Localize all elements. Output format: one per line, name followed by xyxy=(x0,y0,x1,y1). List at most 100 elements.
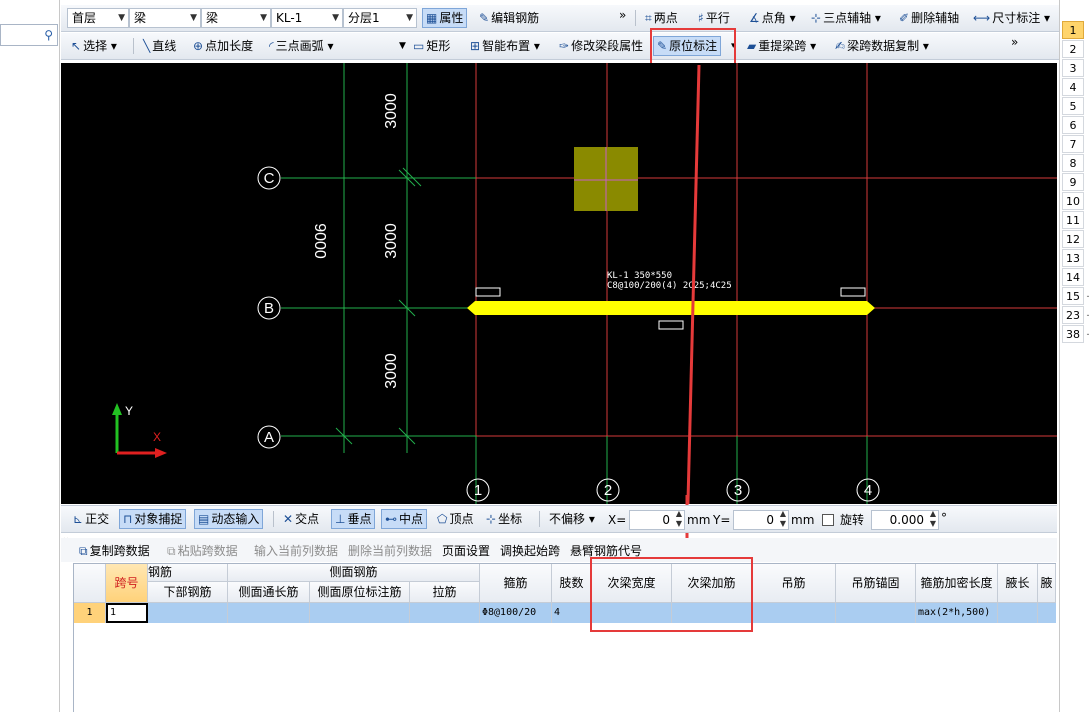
col-header-hanger[interactable]: 吊筋 xyxy=(752,564,836,603)
cell-side-through[interactable] xyxy=(228,603,310,623)
cell-stirrup[interactable]: Φ8@100/20 xyxy=(480,603,552,623)
point-length-button[interactable]: ⊕ 点加长度 xyxy=(189,36,257,56)
toolbar-main: 首层 ▼ 梁 ▼ 梁 ▼ KL-1 ▼ 分层1 ▼ ▦ 属性 ✎ 编辑钢筋 » ⌗ 两点 ♯ 平行… xyxy=(61,5,1059,32)
delete-axis-button[interactable]: ✐ 删除辅轴 xyxy=(895,8,963,28)
cell-bottom-rebar[interactable] xyxy=(148,603,228,623)
col-header-dense-length[interactable]: 箍筋加密长度 xyxy=(916,564,998,603)
cell-legs[interactable]: 4 xyxy=(552,603,592,623)
col-header-hanger-anchor[interactable]: 吊筋锚固 xyxy=(836,564,916,603)
member-select[interactable]: KL-1 ▼ xyxy=(271,8,343,28)
two-point-button[interactable]: ⌗ 两点 xyxy=(641,8,682,28)
col-header-side-through[interactable]: 侧面通长筋 xyxy=(228,582,310,603)
select-button[interactable]: ↖ 选择 ▾ xyxy=(67,36,121,56)
cad-canvas[interactable]: C B A 1 2 3 4 3000 3000 3000 9000 KL-1 3… xyxy=(61,63,1057,504)
three-point-arc-button[interactable]: ◜ 三点画弧 ▾ xyxy=(265,36,338,56)
rotate-input[interactable]: 0.000 ▲ ▼ xyxy=(871,509,939,530)
toolbar-overflow-button[interactable]: » xyxy=(619,6,626,25)
intersection-button[interactable]: ✕ 交点 xyxy=(279,509,323,529)
modify-span-label: 修改梁段属性 xyxy=(571,39,644,53)
search-icon[interactable]: ⚲ xyxy=(44,28,53,42)
object-snap-button[interactable]: ⊓ 对象捕捉 xyxy=(119,509,187,529)
right-row-item[interactable]: 4 xyxy=(1062,78,1084,96)
parallel-button[interactable]: ♯ 平行 xyxy=(694,8,734,28)
right-row-item[interactable]: 13 xyxy=(1062,249,1084,267)
line-button[interactable]: ╲ 直线 xyxy=(139,36,180,56)
page-setup-button[interactable]: 页面设置 xyxy=(442,542,490,559)
dynamic-input-button[interactable]: ▤ 动态输入 xyxy=(194,509,264,529)
y-input[interactable]: 0 ▲ ▼ xyxy=(733,509,789,530)
ucs-x-arrow xyxy=(155,448,167,458)
spinner-icon[interactable]: ▲ ▼ xyxy=(930,509,936,529)
col-header-haunch-length[interactable]: 腋长 xyxy=(998,564,1038,603)
right-row-item[interactable]: 10 xyxy=(1062,192,1084,210)
right-row-item[interactable]: 5 xyxy=(1062,97,1084,115)
rotate-checkbox[interactable] xyxy=(822,514,834,526)
right-row-item[interactable]: 14 xyxy=(1062,268,1084,286)
col-header-haunch-partial[interactable]: 腋 xyxy=(1038,564,1056,603)
cell-tie[interactable] xyxy=(410,603,480,623)
y-label: Y= xyxy=(713,513,731,527)
right-row-item[interactable]: 12 xyxy=(1062,230,1084,248)
dimension-icon: ⟷ xyxy=(973,11,991,25)
beam-kl1[interactable] xyxy=(467,301,875,315)
cell-haunch-length[interactable] xyxy=(998,603,1038,623)
right-row-item[interactable]: 6 xyxy=(1062,116,1084,134)
input-column-button[interactable]: 输入当前列数据 xyxy=(254,542,338,559)
right-row-item[interactable]: 23 xyxy=(1062,306,1089,325)
layer-select[interactable]: 分层1 ▼ xyxy=(343,8,417,28)
right-row-item[interactable]: 1 xyxy=(1062,21,1084,39)
modify-span-button[interactable]: ✑ 修改梁段属性 xyxy=(555,36,647,56)
right-row-item[interactable]: 7 xyxy=(1062,135,1084,153)
row-number[interactable]: 1 xyxy=(74,603,106,623)
cell-side-inplace[interactable] xyxy=(310,603,410,623)
right-row-item[interactable]: 11 xyxy=(1062,211,1084,229)
spinner-icon[interactable]: ▲ ▼ xyxy=(676,509,682,529)
rectangle-button[interactable]: ▭ 矩形 xyxy=(409,36,454,56)
cell-hanger[interactable] xyxy=(752,603,836,623)
col-header-legs[interactable]: 肢数 xyxy=(552,564,592,603)
spinner-icon[interactable]: ▲ ▼ xyxy=(780,509,786,529)
cell-hanger-anchor[interactable] xyxy=(836,603,916,623)
smart-layout-button[interactable]: ⊞ 智能布置 ▾ xyxy=(466,36,544,56)
right-row-item[interactable]: 2 xyxy=(1062,40,1084,58)
right-row-item[interactable]: 15 xyxy=(1062,287,1089,306)
midpoint-button[interactable]: ⊷ 中点 xyxy=(381,509,428,529)
floor-select[interactable]: 首层 ▼ xyxy=(67,8,129,28)
copy-span-button[interactable]: ⧉ 复制跨数据 xyxy=(79,542,150,559)
right-row-item[interactable]: 38 xyxy=(1062,325,1089,344)
x-input[interactable]: 0 ▲ ▼ xyxy=(629,509,685,530)
vertex-button[interactable]: ⬠ 顶点 xyxy=(433,509,477,529)
property-button[interactable]: ▦ 属性 xyxy=(422,8,468,28)
cell-dense-length[interactable]: max(2*h,500) xyxy=(916,603,998,623)
swap-start-span-button[interactable]: 调换起始跨 xyxy=(500,542,560,559)
recalc-span-button[interactable]: ▰ 重提梁跨 ▾ xyxy=(743,36,820,56)
ortho-button[interactable]: ⊾ 正交 xyxy=(69,509,113,529)
three-point-axis-button[interactable]: ⊹ 三点辅轴 ▾ xyxy=(807,8,885,28)
edit-rebar-button[interactable]: ✎ 编辑钢筋 xyxy=(475,8,543,28)
col-header-stirrup[interactable]: 箍筋 xyxy=(480,564,552,603)
paste-span-button[interactable]: ⧉ 粘贴跨数据 xyxy=(167,542,238,559)
toolbar-overflow-button[interactable]: » xyxy=(1011,33,1018,52)
right-row-item[interactable]: 9 xyxy=(1062,173,1084,191)
right-row-item[interactable]: 3 xyxy=(1062,59,1084,77)
chevron-down-icon[interactable]: ▼ xyxy=(399,37,406,56)
span-copy-button[interactable]: ✍ 梁跨数据复制 ▾ xyxy=(831,36,933,56)
axis-label-c: C xyxy=(264,170,275,187)
beam-label-line2: C8@100/200(4) 2C25;4C25 xyxy=(607,281,732,291)
perpendicular-button[interactable]: ⊥ 垂点 xyxy=(331,509,376,529)
col-header-bottom-rebar[interactable]: 下部钢筋 xyxy=(148,582,228,603)
subtype-select[interactable]: 梁 ▼ xyxy=(201,8,271,28)
cell-span-editing[interactable]: 1 xyxy=(106,603,148,623)
col-header-span[interactable]: 跨号 xyxy=(106,564,148,603)
type-select[interactable]: 梁 ▼ xyxy=(129,8,201,28)
rotate-label: 旋转 xyxy=(840,513,865,527)
right-row-item[interactable]: 8 xyxy=(1062,154,1084,172)
delete-column-button[interactable]: 删除当前列数据 xyxy=(348,542,432,559)
coordinate-button[interactable]: ⊹ 坐标 xyxy=(482,509,526,529)
dimension-button[interactable]: ⟷ 尺寸标注 ▾ xyxy=(969,8,1054,28)
col-header-tie[interactable]: 拉筋 xyxy=(410,582,480,603)
point-angle-button[interactable]: ∡ 点角 ▾ xyxy=(745,8,800,28)
offset-mode-select[interactable]: 不偏移 ▾ xyxy=(545,509,599,529)
col-header-side-inplace[interactable]: 侧面原位标注筋 xyxy=(310,582,410,603)
left-search-input[interactable]: ⚲ xyxy=(0,24,58,46)
